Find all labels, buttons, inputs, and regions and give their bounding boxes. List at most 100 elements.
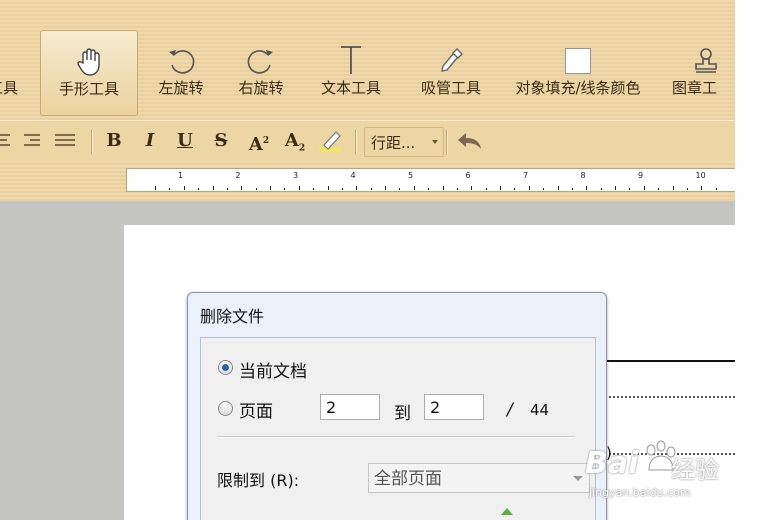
ruler-tick — [212, 186, 214, 190]
superscript-button[interactable]: A2 — [246, 128, 272, 155]
ribbon-toolbar: 工具 手形工具 左旋转 右旋转 文本工具 — [0, 0, 735, 120]
stamp-tool-button[interactable]: 图章工 — [666, 30, 735, 114]
ruler-tick — [643, 186, 645, 190]
ruler-number: 4 — [350, 171, 356, 180]
subscript-mark: 2 — [298, 143, 306, 154]
superscript-letter: A — [248, 134, 263, 155]
eyedropper-button[interactable]: 吸管工具 — [408, 30, 494, 114]
eyedropper-icon — [408, 30, 494, 76]
ruler-number: 1 — [178, 171, 184, 180]
tool-icon — [0, 30, 26, 76]
watermark-url: jingyan.baidu.com — [589, 486, 691, 499]
ruler-number: 2 — [235, 171, 241, 180]
bold-button[interactable]: B — [103, 128, 125, 154]
ruler-number: 7 — [523, 171, 529, 180]
delete-file-dialog: 删除文件 当前文档 页面 2 到 2 / 44 限制到 (R): 全部页面 — [187, 292, 607, 520]
ruler-number: 3 — [293, 171, 299, 180]
dialog-body: 当前文档 页面 2 到 2 / 44 限制到 (R): 全部页面 — [200, 337, 596, 520]
ruler-tick — [615, 186, 616, 190]
ruler-tick — [428, 188, 430, 190]
ruler-tick — [672, 186, 674, 190]
ruler-tick — [284, 188, 286, 190]
hand-tool-button[interactable]: 手形工具 — [40, 30, 138, 116]
ruler-tick — [198, 188, 200, 190]
align-right-icon[interactable] — [20, 132, 40, 148]
green-arrow-icon — [501, 508, 513, 515]
ruler-tick — [629, 188, 631, 190]
limit-to-select[interactable]: 全部页面 — [368, 463, 590, 493]
horizontal-ruler[interactable]: 1 2 3 4 5 6 7 8 9 10 — [126, 168, 735, 192]
line-spacing-label: 行距... — [371, 134, 416, 152]
ruler-tick — [370, 188, 372, 190]
limit-to-value: 全部页面 — [374, 469, 442, 489]
ruler-tick — [500, 186, 501, 190]
fill-color-label: 对象填充/线条颜色 — [515, 79, 641, 97]
fill-color-button[interactable]: 对象填充/线条颜色 — [506, 30, 650, 114]
tool-label: 工具 — [0, 79, 18, 97]
rotate-right-button[interactable]: 右旋转 — [228, 30, 294, 114]
highlight-icon[interactable] — [318, 129, 344, 153]
stamp-tool-label: 图章工 — [672, 79, 718, 97]
ruler-number: 6 — [465, 171, 471, 180]
ruler-tick — [571, 188, 573, 190]
ruler-tick — [514, 188, 516, 190]
stamp-icon — [666, 30, 735, 76]
subscript-letter: A — [284, 130, 299, 151]
ruler-number: 5 — [408, 171, 414, 180]
subscript-button[interactable]: A2 — [282, 128, 308, 154]
ruler-tick — [686, 188, 688, 190]
limit-to-label: 限制到 (R): — [217, 471, 300, 490]
hand-tool-label: 手形工具 — [58, 80, 119, 98]
ruler-tick — [183, 186, 185, 190]
separator — [91, 129, 93, 155]
radio-current-document[interactable] — [218, 360, 233, 375]
radio-pages[interactable] — [218, 401, 233, 416]
align-justify-icon[interactable] — [55, 132, 75, 148]
italic-button[interactable]: I — [140, 128, 160, 154]
ruler-tick — [471, 186, 473, 190]
to-label: 到 — [394, 404, 411, 424]
text-tool-button[interactable]: 文本工具 — [310, 30, 392, 114]
ruler-tick — [456, 188, 458, 190]
align-left-icon[interactable] — [0, 132, 10, 148]
hand-icon — [41, 31, 137, 77]
ruler-tick — [543, 188, 545, 190]
separator — [355, 129, 357, 155]
ruler-number: 8 — [580, 171, 586, 180]
rotate-left-button[interactable]: 左旋转 — [148, 30, 214, 114]
ruler-tick — [341, 188, 343, 190]
dialog-title: 删除文件 — [200, 307, 265, 326]
current-document-label: 当前文档 — [239, 362, 307, 382]
rotate-left-label: 左旋转 — [158, 79, 204, 97]
divider — [217, 436, 575, 438]
from-page-input[interactable]: 2 — [320, 394, 380, 420]
watermark-brand-suffix: 经验 — [671, 456, 719, 484]
ruler-tick — [226, 188, 228, 190]
ruler-tick — [557, 186, 559, 190]
separator — [446, 129, 448, 155]
ruler-tick — [270, 186, 271, 190]
ruler-tick — [298, 186, 300, 190]
total-pages: 44 — [530, 401, 550, 419]
ruler-tick — [658, 188, 660, 190]
chevron-down-icon — [432, 140, 438, 144]
superscript-mark: 2 — [262, 136, 270, 146]
underline-button[interactable]: U — [174, 128, 196, 154]
ruler-tick — [169, 188, 171, 190]
ruler-tick — [356, 186, 358, 190]
ruler-tick — [586, 186, 588, 190]
app-window: 工具 手形工具 左旋转 右旋转 文本工具 — [0, 0, 735, 520]
to-page-input[interactable]: 2 — [424, 394, 484, 420]
rotate-left-icon — [148, 30, 214, 76]
strikethrough-button[interactable]: S — [210, 128, 232, 154]
ruler-tick — [155, 186, 156, 190]
tool-partial[interactable]: 工具 — [0, 30, 26, 114]
fill-color-icon — [506, 30, 650, 76]
chevron-down-icon — [573, 476, 583, 481]
watermark-brand: Bai — [585, 446, 639, 481]
ruler-tick — [600, 188, 602, 190]
text-tool-label: 文本工具 — [320, 79, 381, 97]
line-spacing-dropdown[interactable]: 行距... — [364, 127, 444, 157]
format-toolbar: B I U S A2 A2 行距... — [0, 120, 735, 162]
undo-icon[interactable] — [456, 131, 484, 151]
